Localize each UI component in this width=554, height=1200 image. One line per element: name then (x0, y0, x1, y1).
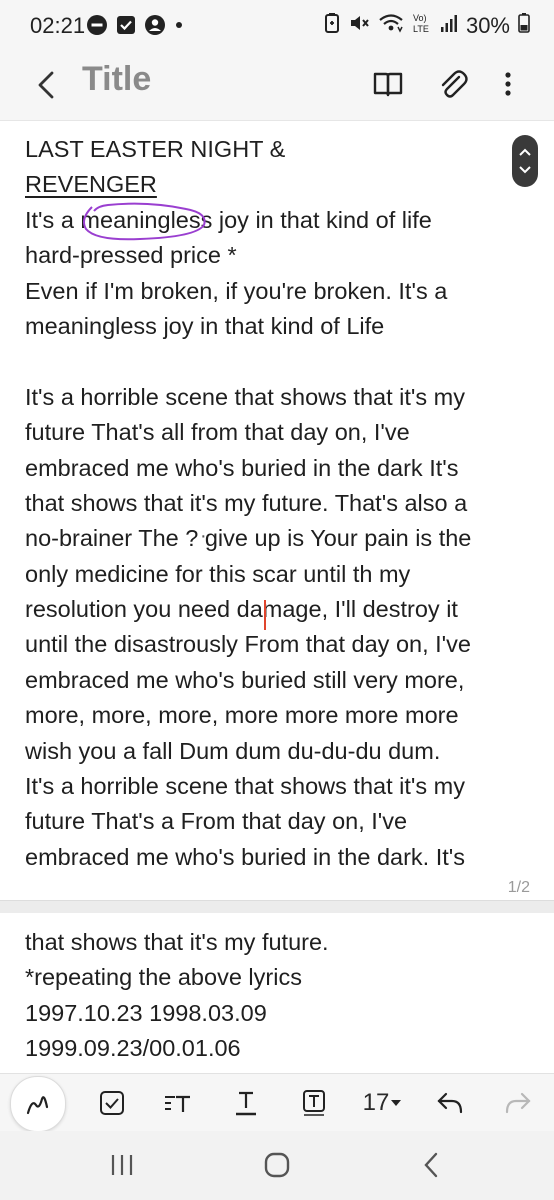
status-bar: 02:21 Vo) LTE 30% (0, 0, 554, 52)
svg-text:LTE: LTE (413, 24, 429, 34)
attachment-icon[interactable] (432, 64, 472, 104)
status-right-icons: Vo) LTE 30% (324, 12, 530, 39)
note-page-1[interactable]: LAST EASTER NIGHT & REVENGER It's a mean… (0, 120, 554, 901)
checkbox-icon (100, 1091, 124, 1115)
note-line: Even if I'm broken, if you're broken. It… (25, 277, 448, 304)
more-vert-icon[interactable] (488, 64, 528, 104)
scroll-handle[interactable] (512, 135, 538, 187)
text-box-button[interactable] (294, 1082, 334, 1124)
font-size-value: 17 (362, 1089, 390, 1116)
back-arrow-icon[interactable] (26, 62, 72, 108)
note-line: It's a horrible scene that shows that it… (25, 773, 465, 800)
note-line: *repeating the above lyrics (25, 964, 302, 991)
note-title[interactable]: Title (82, 60, 151, 99)
pen-icon (26, 1096, 49, 1115)
note-heading-line-1: LAST EASTER NIGHT & (25, 136, 286, 162)
note-body-page-2[interactable]: that shows that it's my future. *repeatin… (25, 925, 329, 1067)
pen-button[interactable] (10, 1076, 66, 1132)
note-line: future That's a From that day on, I've (25, 808, 408, 835)
note-line: future That's all from that day on, I've (25, 419, 410, 446)
battery-saver-icon (324, 12, 340, 39)
note-lines-page-1: It's a meaningless joy in that kind of l… (25, 203, 471, 875)
note-line: meaningless joy in that kind of Life (25, 312, 385, 339)
wifi-icon (378, 12, 404, 39)
note-line: It's a horrible scene that shows that it… (25, 383, 465, 410)
note-line: embraced me who's buried still very more… (25, 666, 465, 693)
note-line: no-brainer The ? give up is Your pain is… (25, 525, 472, 552)
book-icon[interactable] (368, 64, 408, 104)
check-box-icon (116, 15, 136, 40)
redo-button[interactable] (498, 1082, 538, 1124)
note-line: 1997.10.23 1998.03.09 (25, 999, 267, 1026)
note-line: wish you a fall Dum dum du-du-du dum. (25, 737, 441, 764)
text-box-icon (303, 1090, 325, 1116)
status-left-icons (86, 14, 184, 41)
page-divider (0, 900, 554, 914)
note-line: that shows that it's my future. That's a… (25, 489, 468, 516)
battery-icon (518, 12, 530, 39)
note-line: only medicine for this scar until th my (25, 560, 411, 587)
app-bar: Title (0, 52, 554, 120)
mute-icon (348, 12, 370, 39)
font-size-dropdown[interactable]: 17 (358, 1082, 408, 1124)
back-icon[interactable] (414, 1149, 450, 1186)
checkbox-button[interactable] (92, 1082, 132, 1124)
note-line (25, 344, 471, 379)
handwritten-circle-annotation (83, 202, 206, 241)
text-underline-icon (236, 1091, 256, 1116)
undo-button[interactable] (430, 1082, 470, 1124)
handwritten-mark: · (200, 525, 207, 547)
redo-icon (505, 1092, 531, 1114)
status-time: 02:21 (30, 13, 86, 38)
text-style-icon (165, 1095, 190, 1112)
text-underline-button[interactable] (226, 1082, 266, 1124)
note-line: embraced me who's buried in the dark It'… (25, 454, 459, 481)
page-indicator: 1/2 (507, 879, 530, 896)
note-line: resolution you need damage, I'll destroy… (25, 596, 458, 623)
note-page-2[interactable]: that shows that it's my future. *repeatin… (0, 913, 554, 1073)
svg-text:Vo): Vo) (413, 13, 427, 23)
undo-icon (437, 1092, 463, 1114)
note-line: that shows that it's my future. (25, 929, 329, 955)
battery-percent: 30% (465, 12, 510, 38)
note-heading-line-2: REVENGER (25, 171, 157, 198)
note-line: embraced me who's buried in the dark. It… (25, 843, 466, 870)
text-style-button[interactable] (158, 1082, 198, 1124)
signal-icon (440, 12, 458, 39)
account-icon (144, 14, 166, 41)
dot-icon (174, 14, 184, 41)
minus-circle-icon (86, 14, 108, 41)
note-line: until the disastrously From that day on,… (25, 631, 471, 658)
formatting-toolbar: 17 (0, 1073, 554, 1132)
note-line: more, more, more, more more more more (25, 702, 459, 729)
recents-icon[interactable] (104, 1149, 140, 1186)
text-cursor (264, 600, 266, 630)
dropdown-arrow-icon (391, 1100, 402, 1106)
volte-icon: Vo) LTE (412, 12, 432, 39)
note-line: 1999.09.23/00.01.06 (25, 1035, 241, 1062)
system-nav-bar (0, 1131, 554, 1200)
home-icon[interactable] (259, 1148, 295, 1187)
